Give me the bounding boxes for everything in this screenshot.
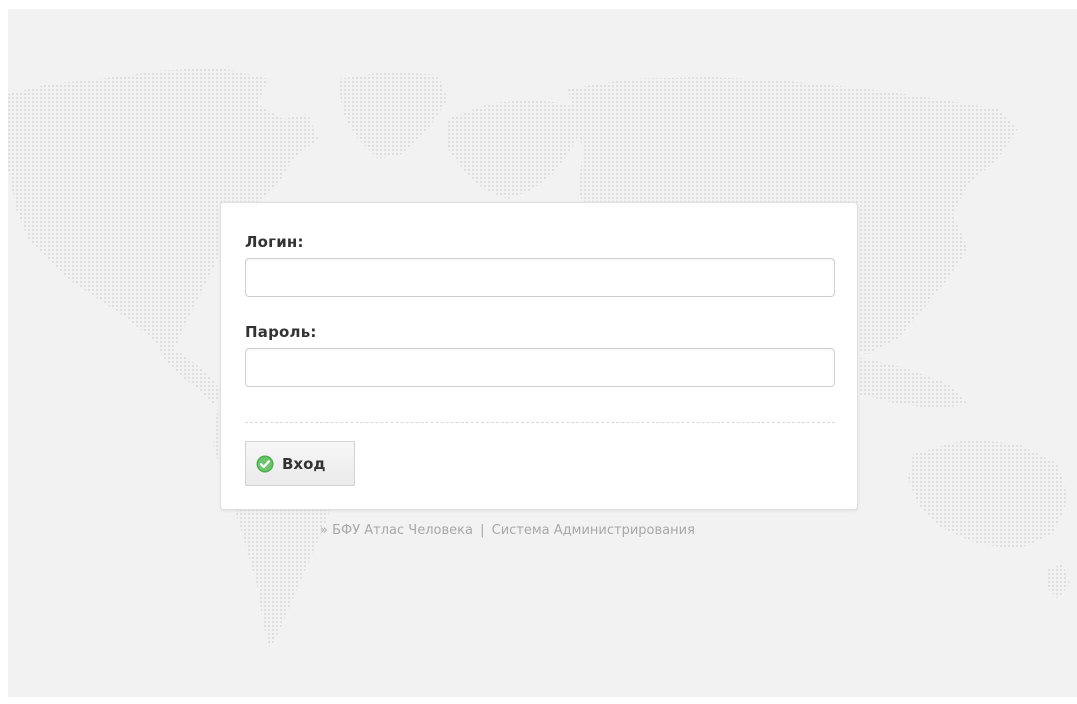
footer-prefix: » — [320, 523, 328, 538]
login-form-card: Логин: Пароль: Вход — [220, 202, 858, 510]
footer-separator: | — [480, 523, 485, 538]
footer-app-name: БФУ Атлас Человека — [332, 523, 473, 538]
password-input[interactable] — [245, 348, 835, 387]
form-divider — [245, 422, 835, 423]
login-submit-button[interactable]: Вход — [245, 441, 355, 486]
login-page: Логин: Пароль: Вход » БФУ Атлас Человека… — [8, 9, 1077, 697]
check-circle-icon — [256, 455, 274, 473]
login-label: Логин: — [245, 233, 304, 251]
footer-text: » БФУ Атлас Человека | Система Администр… — [320, 523, 695, 538]
password-label: Пароль: — [245, 323, 317, 341]
login-submit-label: Вход — [282, 454, 326, 473]
login-input[interactable] — [245, 258, 835, 297]
footer-system-name: Система Администрирования — [491, 523, 695, 538]
